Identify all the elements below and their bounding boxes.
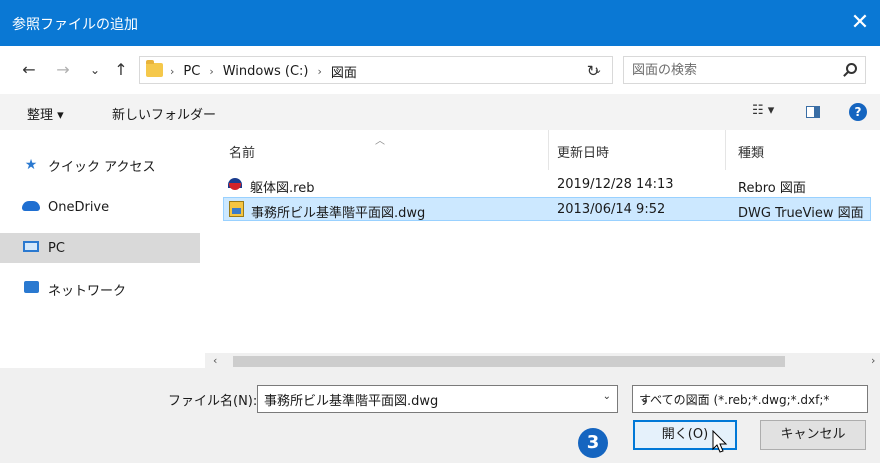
file-date: 2013/06/14 9:52 [557,202,666,217]
breadcrumb-separator: › [170,65,175,78]
close-icon[interactable]: ✕ [846,8,874,38]
file-name: 躯体図.reb [250,181,315,196]
scroll-right-icon[interactable]: › [871,354,875,367]
file-row[interactable]: 躯体図.reb 2019/12/28 14:13 Rebro 図面 [223,173,871,197]
up-arrow-icon[interactable]: ↑ [110,59,132,81]
column-header-name[interactable]: 名前 [229,142,255,161]
cloud-icon [20,200,42,215]
navigation-pane: ★ クイック アクセス OneDrive PC ネットワーク [0,130,205,368]
file-row[interactable]: 事務所ビル基準階平面図.dwg 2013/06/14 9:52 DWG True… [223,197,871,221]
organize-button[interactable]: 整理 ▾ [27,104,64,123]
breadcrumb: › PC › Windows (C:) › 図面 [170,62,357,81]
filename-input[interactable] [264,390,584,408]
sidebar-item-label: クイック アクセス [48,159,156,175]
cancel-button[interactable]: キャンセル [760,420,866,450]
dialog-title: 参照ファイルの追加 [12,17,138,33]
command-bar: 整理 ▾ 新しいフォルダー ☷ ▾ ? [0,94,880,130]
address-bar[interactable]: › PC › Windows (C:) › 図面 ⌄ [139,56,613,84]
rebro-file-icon [228,178,242,191]
network-icon [20,281,42,297]
column-divider[interactable] [548,130,549,170]
sidebar-item-label: ネットワーク [48,283,127,299]
breadcrumb-pc[interactable]: PC [183,64,200,79]
breadcrumb-drive-c[interactable]: Windows (C:) [223,64,309,79]
sort-ascending-icon: ︿ [375,136,385,147]
sidebar-item-onedrive[interactable]: OneDrive [0,192,200,222]
monitor-icon [20,240,42,256]
search-icon[interactable] [846,63,857,74]
file-type: DWG TrueView 図面 [738,206,864,221]
navigation-bar: ← → ⌄ ↑ › PC › Windows (C:) › 図面 ⌄ ↻ [0,46,880,94]
forward-arrow-icon[interactable]: → [52,59,74,81]
filename-combobox: ⌄ [257,385,618,413]
preview-pane-icon[interactable] [806,106,820,118]
column-header-date[interactable]: 更新日時 [557,142,609,161]
column-header-type[interactable]: 種類 [738,142,764,161]
step-number-badge: 3 [578,428,608,458]
filename-dropdown-icon[interactable]: ⌄ [603,391,611,402]
search-input[interactable] [632,61,832,79]
scroll-left-icon[interactable]: ‹ [213,354,217,367]
add-reference-file-dialog: 参照ファイルの追加 ✕ ← → ⌄ ↑ › PC › Windows (C:) … [0,0,880,463]
file-type-dropdown-icon[interactable]: ⌄ [639,391,863,405]
breadcrumb-zumen[interactable]: 図面 [331,62,357,81]
breadcrumb-separator: › [209,65,214,78]
scrollbar-thumb[interactable] [233,356,785,367]
title-bar: 参照ファイルの追加 ✕ [0,0,880,46]
back-arrow-icon[interactable]: ← [18,59,40,81]
horizontal-scrollbar[interactable]: ‹ › [205,353,880,370]
folder-icon [146,60,163,77]
sidebar-item-label: PC [48,240,65,256]
refresh-icon[interactable]: ↻ [583,61,603,81]
file-type-select[interactable]: すべての図面 (*.reb;*.dwg;*.dxf;* ⌄ [632,385,868,413]
sidebar-item-quick-access[interactable]: ★ クイック アクセス [0,150,200,180]
search-box [623,56,866,84]
sidebar-item-pc[interactable]: PC [0,233,200,263]
sidebar-item-label: OneDrive [48,199,110,215]
view-options-button[interactable]: ☷ ▾ [752,103,774,118]
dwg-file-icon [229,201,244,217]
dialog-footer: ファイル名(N): ⌄ すべての図面 (*.reb;*.dwg;*.dxf;* … [0,370,880,463]
filename-label: ファイル名(N): [168,394,258,409]
sidebar-item-network[interactable]: ネットワーク [0,274,200,304]
recent-locations-icon[interactable]: ⌄ [84,59,106,81]
mouse-pointer-icon [712,430,728,453]
new-folder-button[interactable]: 新しいフォルダー [112,104,216,123]
breadcrumb-separator: › [317,65,322,78]
star-icon: ★ [24,157,38,173]
file-name: 事務所ビル基準階平面図.dwg [251,206,426,221]
column-divider[interactable] [725,130,726,170]
file-type: Rebro 図面 [738,181,806,196]
file-list: ︿ 名前 更新日時 種類 躯体図.reb 2019/12/28 14:13 Re… [205,130,880,368]
file-date: 2019/12/28 14:13 [557,177,674,192]
help-icon[interactable]: ? [849,103,867,121]
